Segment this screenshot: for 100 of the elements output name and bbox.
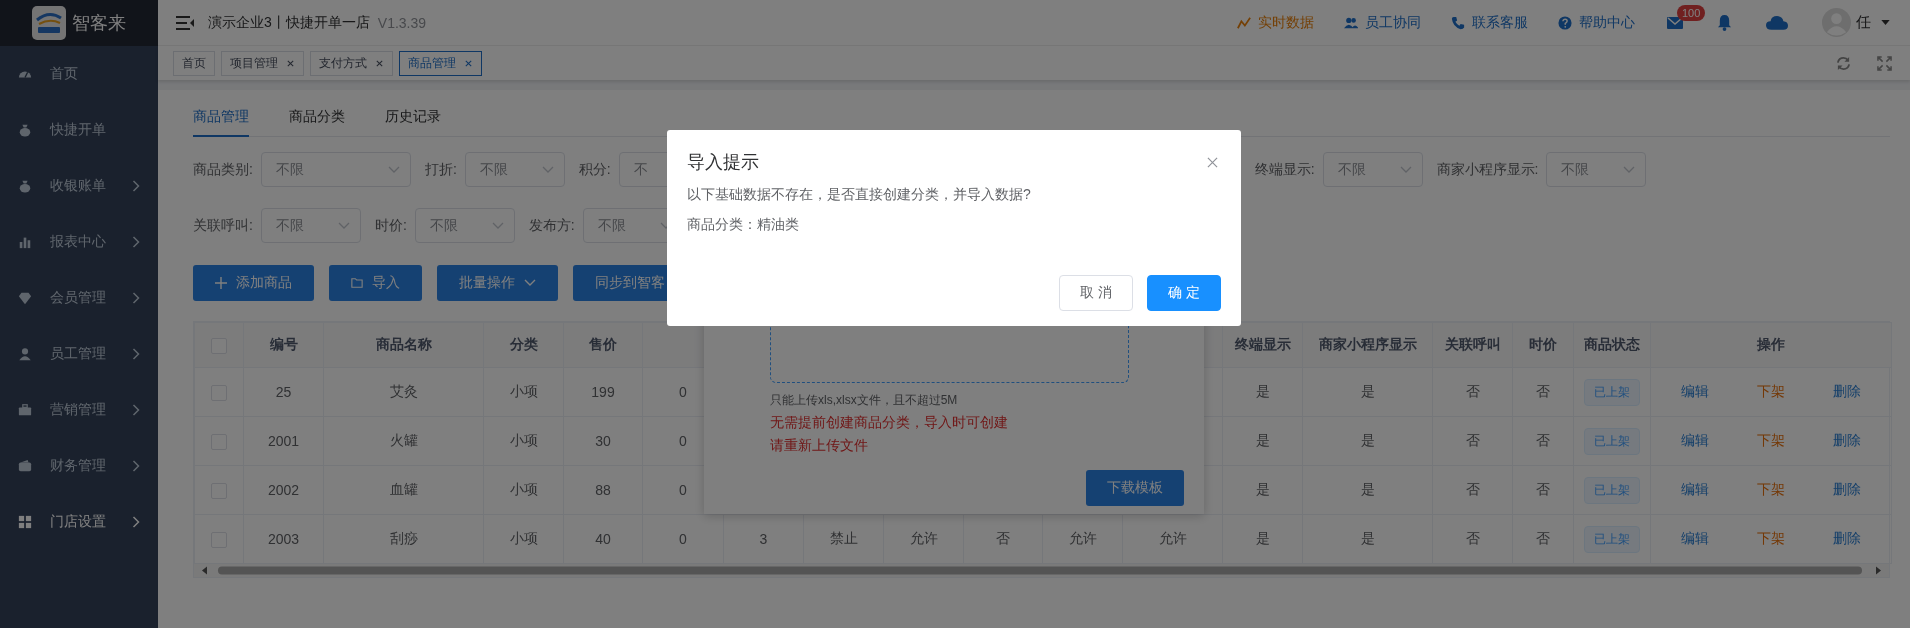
dialog-message: 以下基础数据不存在，是否直接创建分类，并导入数据? (687, 186, 1032, 204)
sidebar-item[interactable]: 快捷开单 (0, 102, 158, 158)
row-action-link[interactable]: 删除 (1833, 383, 1861, 399)
filter-label: 时价: (374, 216, 407, 235)
download-template-button[interactable]: 下载模板 (1086, 470, 1184, 506)
filter-label: 发布方: (528, 216, 575, 235)
row-action-link[interactable]: 编辑 (1681, 383, 1709, 399)
sidebar-item[interactable]: 收银账单 (0, 158, 158, 214)
row-action-link[interactable]: 下架 (1757, 481, 1785, 497)
confirm-button[interactable]: 确 定 (1147, 275, 1221, 311)
column-header: 关联呼叫 (1444, 336, 1501, 352)
table-cell: 199 (591, 384, 615, 400)
page-tab[interactable]: 支付方式 (310, 50, 393, 76)
chevron-down-icon (541, 165, 554, 174)
table-cell: 是 (1255, 481, 1270, 497)
table-cell: 否 (1536, 481, 1550, 497)
table-cell: 允许 (1158, 530, 1187, 546)
sidebar-item[interactable]: 门店设置 (0, 494, 158, 550)
table-cell: 0 (679, 384, 687, 400)
dialog-title: 导入提示 (687, 151, 759, 174)
table-cell: 是 (1255, 530, 1270, 546)
close-icon[interactable] (286, 58, 295, 68)
table-cell: 刮痧 (389, 530, 418, 546)
table-cell: 艾灸 (389, 383, 418, 399)
upload-hint: 只能上传xls,xlsx文件，且不超过5M (770, 392, 959, 409)
toolbar-button[interactable]: 添加商品 (193, 265, 314, 301)
sidebar-item[interactable]: 营销管理 (0, 382, 158, 438)
column-header: 商家小程序显示 (1318, 336, 1417, 352)
table-cell: 2002 (267, 482, 300, 498)
close-icon[interactable] (464, 58, 473, 68)
logo-icon (32, 6, 66, 40)
refresh-icon[interactable] (1836, 55, 1851, 71)
column-header: 操作 (1757, 336, 1785, 352)
mail-icon[interactable] (1667, 16, 1683, 29)
header-link[interactable]: 帮助中心 (1558, 13, 1635, 32)
sidebar-item[interactable]: 首页 (0, 46, 158, 102)
table-cell: 2001 (267, 433, 300, 449)
table-cell: 小项 (509, 383, 538, 399)
table-cell: 小项 (509, 530, 538, 546)
table-cell: 小项 (509, 432, 538, 448)
sidebar-item[interactable]: 报表中心 (0, 214, 158, 270)
column-header: 终端显示 (1234, 336, 1291, 352)
content-tab[interactable]: 历史记录 (385, 98, 441, 137)
row-action-link[interactable]: 删除 (1833, 432, 1861, 448)
table-cell: 0 (679, 482, 687, 498)
table-cell: 是 (1360, 481, 1375, 497)
table-cell: 否 (1536, 432, 1550, 448)
chevron-down-icon (1399, 165, 1412, 174)
notification-badge: 100 (1677, 4, 1706, 21)
table-cell: 否 (1536, 530, 1550, 546)
fullscreen-icon[interactable] (1877, 55, 1892, 71)
table-cell: 是 (1255, 383, 1270, 399)
row-action-link[interactable]: 下架 (1757, 383, 1785, 399)
column-header: 分类 (509, 336, 538, 352)
row-action-link[interactable]: 编辑 (1681, 432, 1709, 448)
row-action-link[interactable]: 删除 (1833, 530, 1861, 546)
sidebar-item[interactable]: 员工管理 (0, 326, 158, 382)
caret-down-icon[interactable] (1881, 20, 1890, 25)
toolbar-button[interactable]: 批量操作 (437, 265, 558, 301)
close-icon[interactable] (1207, 156, 1218, 168)
table-cell: 是 (1360, 383, 1375, 399)
dialog-detail: 商品分类：精油类 (687, 216, 800, 234)
table-cell: 0 (679, 531, 687, 547)
status-tag: 已上架 (1584, 378, 1640, 406)
table-cell: 是 (1360, 530, 1375, 546)
row-action-link[interactable]: 编辑 (1681, 530, 1709, 546)
folder-icon (351, 277, 363, 289)
page-tab[interactable]: 商品管理 (399, 50, 482, 76)
filter-label: 积分: (578, 160, 611, 179)
user-name[interactable]: 任 (1856, 13, 1871, 32)
table-cell: 25 (275, 384, 292, 400)
header-link[interactable]: 联系客服 (1451, 13, 1528, 32)
table-cell: 允许 (1068, 530, 1097, 546)
cloud-icon[interactable] (1766, 15, 1788, 30)
table-cell: 否 (996, 530, 1010, 546)
row-action-link[interactable]: 编辑 (1681, 481, 1709, 497)
header-link[interactable]: 实时数据 (1237, 13, 1314, 32)
content-tab[interactable]: 商品管理 (193, 98, 249, 137)
page-tab[interactable]: 项目管理 (221, 50, 304, 76)
table-cell: 是 (1255, 432, 1270, 448)
toolbar-button[interactable]: 导入 (329, 265, 422, 301)
row-action-link[interactable]: 下架 (1757, 432, 1785, 448)
bell-icon[interactable] (1717, 14, 1732, 31)
filter-label: 关联呼叫: (193, 216, 253, 235)
header-link[interactable]: 员工协同 (1344, 13, 1421, 32)
table-cell: 是 (1360, 432, 1375, 448)
sidebar-item[interactable]: 会员管理 (0, 270, 158, 326)
content-tab[interactable]: 商品分类 (289, 98, 345, 137)
close-icon[interactable] (375, 58, 384, 68)
cancel-button[interactable]: 取 消 (1059, 275, 1133, 311)
page-tab[interactable]: 首页 (173, 50, 215, 76)
row-action-link[interactable]: 删除 (1833, 481, 1861, 497)
row-action-link[interactable]: 下架 (1757, 530, 1785, 546)
table-cell: 否 (1536, 383, 1550, 399)
company-title: 演示企业3丨快捷开单一店 (208, 13, 370, 32)
sidebar-item[interactable]: 财务管理 (0, 438, 158, 494)
column-header: 售价 (589, 336, 617, 352)
chevron-down-icon (337, 221, 350, 230)
plus-icon (215, 277, 227, 289)
table-cell: 3 (759, 531, 768, 547)
